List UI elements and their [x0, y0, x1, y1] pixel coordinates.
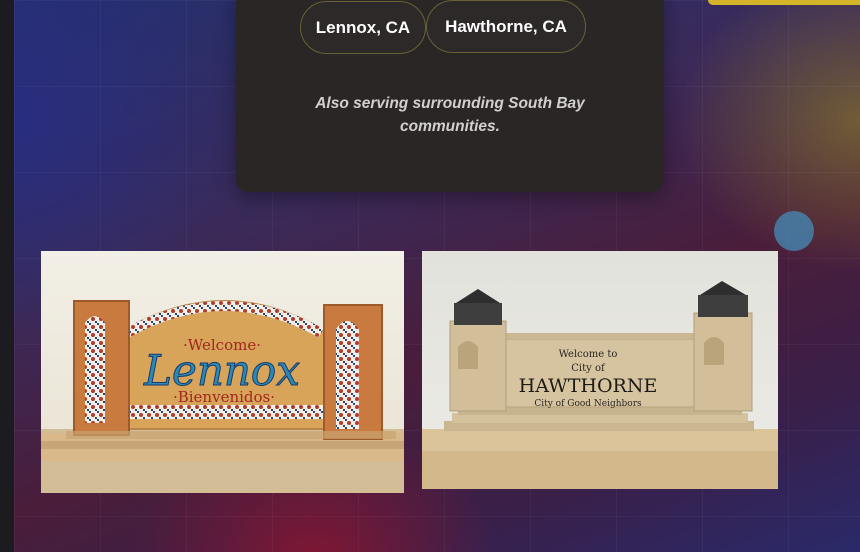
- hawthorne-name-text: HAWTHORNE: [519, 375, 658, 397]
- area-chip-lennox[interactable]: Lennox, CA: [300, 1, 426, 54]
- hawthorne-cityof-text: City of: [571, 363, 606, 374]
- area-chip-hawthorne[interactable]: Hawthorne, CA: [426, 0, 586, 53]
- lennox-bienvenidos-text: ·Bienvenidos·: [173, 388, 275, 406]
- top-accent-bar: [708, 0, 860, 5]
- lennox-sign-photo: ·Welcome· Lennox ·Bienvenidos·: [41, 251, 404, 493]
- hawthorne-welcome-text: Welcome to: [559, 349, 618, 360]
- hawthorne-sign-photo: Welcome to City of HAWTHORNE City of Goo…: [422, 251, 778, 489]
- serving-note: Also serving surrounding South Bay commu…: [315, 95, 585, 135]
- hawthorne-motto-text: City of Good Neighbors: [534, 399, 642, 409]
- decorative-bubble: [774, 211, 814, 251]
